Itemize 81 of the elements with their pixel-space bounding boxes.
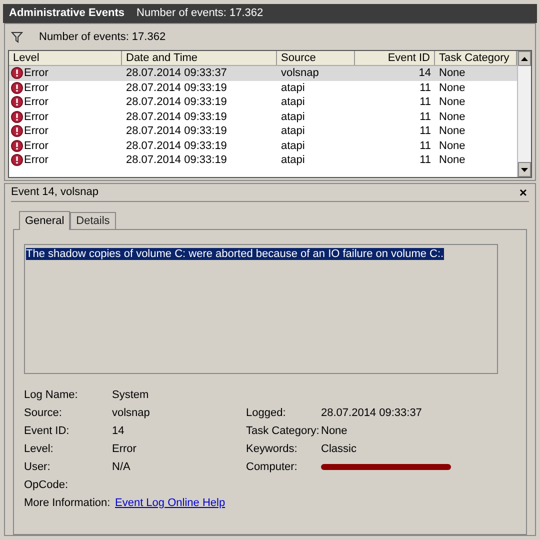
table-cell-text: atapi: [280, 110, 306, 124]
field-label: User:: [24, 460, 52, 475]
table-cell-text: 28.07.2014 09:33:19: [125, 124, 228, 139]
table-cell-text: atapi: [280, 80, 306, 96]
table-cell-text: 28.07.2014 09:33:37: [125, 66, 228, 81]
field-label: Logged:: [246, 406, 287, 421]
table-cell-text: 11: [418, 138, 432, 154]
table-cell-text: Error: [24, 138, 48, 154]
field-label: Source:: [24, 406, 63, 421]
field-label: Keywords:: [246, 442, 298, 457]
table-cell-text: 28.07.2014 09:33:19: [125, 110, 228, 124]
table-cell-text: 14: [418, 66, 432, 81]
field-label: Computer:: [246, 460, 298, 475]
field-value: Error: [112, 442, 136, 457]
error-icon: [11, 67, 23, 80]
table-cell-text: 11: [418, 95, 432, 110]
tab[interactable]: Details: [70, 212, 116, 229]
scroll-down-icon[interactable]: [521, 168, 528, 172]
tab[interactable]: General: [19, 211, 70, 230]
table-cell-text: 28.07.2014 09:33:19: [125, 138, 228, 154]
message-box[interactable]: The shadow copies of volume C: were aborted because of an IO failure on volume C:.: [24, 244, 498, 374]
field-value: Classic: [321, 442, 356, 457]
table-cell-text: None: [438, 80, 466, 96]
table-cell-text: 11: [418, 110, 432, 124]
close-button[interactable]: ×: [517, 186, 529, 199]
column-header[interactable]: Date and Time: [122, 51, 277, 65]
error-icon: [11, 125, 23, 138]
help-link[interactable]: Event Log Online Help: [115, 494, 226, 512]
table-cell-text: 28.07.2014 09:33:19: [125, 95, 228, 110]
table-cell-text: None: [438, 95, 466, 110]
table-cell-text: volsnap: [280, 66, 320, 81]
table-cell-text: Error: [24, 95, 48, 110]
error-icon: [11, 82, 23, 94]
field-value: 14: [112, 424, 124, 439]
table-cell-text: atapi: [280, 95, 306, 110]
field-value: volsnap: [112, 406, 150, 421]
table-cell-text: 28.07.2014 09:33:19: [125, 80, 228, 96]
field-value: N/A: [112, 460, 130, 475]
table-cell-text: 11: [418, 80, 432, 96]
scroll-up-icon[interactable]: [521, 56, 528, 60]
filter-label: Number of events: 17.362: [39, 30, 166, 45]
field-label: More Information:: [24, 496, 112, 511]
error-icon: [11, 96, 23, 108]
window-subtitle: Number of events: 17.362: [136, 6, 264, 22]
table-cell-text: Error: [24, 80, 48, 96]
event-message: The shadow copies of volume C: were aborted because of an IO failure on volume C:.: [26, 248, 444, 260]
table-cell-text: Error: [24, 124, 48, 139]
error-icon: [11, 154, 23, 166]
column-header[interactable]: Event ID: [355, 51, 435, 65]
field-value: None: [321, 424, 348, 439]
event-title: Event 14, volsnap: [11, 185, 98, 200]
table-cell-text: atapi: [280, 124, 306, 139]
table-cell-text: None: [438, 138, 466, 154]
table-cell-text: None: [438, 110, 466, 124]
field-label: Event ID:: [24, 424, 70, 439]
table-cell-text: 28.07.2014 09:33:19: [125, 153, 228, 168]
window-title: Administrative Events: [9, 6, 125, 22]
table-cell-text: Error: [24, 110, 48, 124]
filter-icon[interactable]: [11, 31, 23, 43]
field-label: Log Name:: [24, 388, 79, 403]
table-cell-text: 11: [418, 153, 432, 168]
column-header[interactable]: Level: [9, 51, 122, 65]
table-cell-text: atapi: [280, 153, 306, 168]
field-value: 28.07.2014 09:33:37: [321, 406, 422, 421]
event-row[interactable]: Error 28.07.2014 09:33:37 volsnap 14 None: [9, 66, 517, 80]
table-cell-text: None: [438, 124, 466, 139]
field-value: System: [112, 388, 149, 403]
field-label: Level:: [24, 442, 54, 457]
table-cell-text: None: [438, 153, 466, 168]
field-label: Task Category:: [246, 424, 320, 439]
table-cell-text: Error: [24, 153, 48, 168]
table-cell-text: None: [438, 66, 466, 81]
table-cell-text: atapi: [280, 138, 306, 154]
field-label: OpCode:: [24, 478, 70, 493]
error-icon: [11, 110, 23, 123]
scrollbar[interactable]: [517, 51, 531, 177]
column-header[interactable]: Source: [277, 51, 355, 65]
table-cell-text: 11: [418, 124, 432, 139]
table-cell-text: Error: [24, 66, 48, 81]
event-row[interactable]: Error 28.07.2014 09:33:19 atapi 11 None: [9, 80, 517, 95]
error-icon: [11, 140, 23, 152]
